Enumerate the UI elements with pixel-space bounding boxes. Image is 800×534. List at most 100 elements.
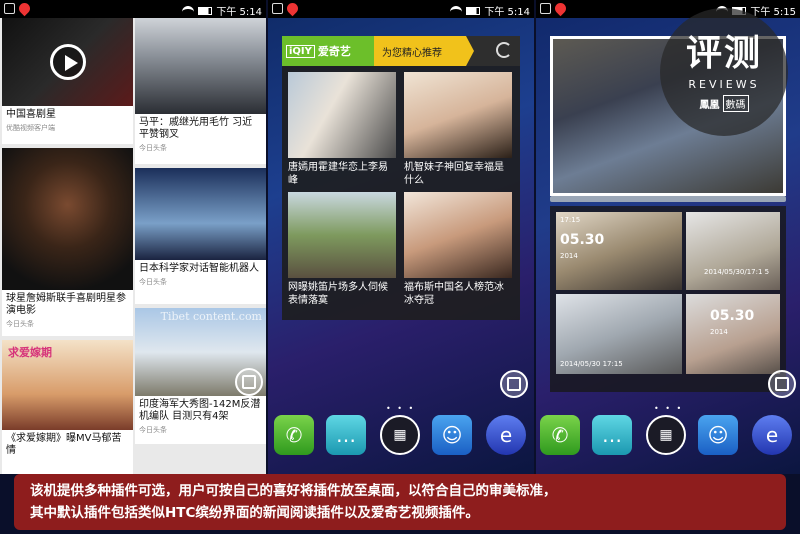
iqiyi-logo[interactable]: iQIY 爱奇艺 — [282, 36, 374, 66]
news-source: 优酷视频客户端 — [6, 124, 55, 132]
floating-widget-button[interactable] — [768, 370, 796, 398]
news-source: 今日头条 — [139, 426, 167, 434]
notification-icon — [4, 3, 15, 14]
video-item[interactable]: 网曝姚笛片场多人伺候表情落寞 — [288, 192, 396, 307]
wifi-icon — [182, 5, 195, 16]
contacts-icon[interactable]: ☺ — [698, 415, 738, 455]
page-indicator: • • • — [386, 404, 416, 413]
video-thumbnail — [404, 192, 512, 278]
iqiyi-logo-mark: iQIY — [286, 44, 315, 58]
contacts-icon[interactable]: ☺ — [432, 415, 472, 455]
image-watermark: Tibet content.com — [160, 310, 262, 323]
news-card[interactable]: 马平：戚继光用毛竹 习近平赞钢叉 今日头条 — [135, 18, 266, 164]
news-card[interactable]: 中国喜剧星 优酷视频客户端 — [2, 18, 133, 144]
floating-widget-button[interactable] — [500, 370, 528, 398]
iqiyi-widget: iQIY 爱奇艺 为您精心推荐 唐嫣用霍建华恋上李易峰 机智妹子神回复幸福是什么… — [282, 36, 520, 320]
news-title: 日本科学家对话智能机器人 — [139, 263, 259, 274]
tile-date: 05.30 — [710, 308, 755, 324]
browser-icon[interactable]: e — [752, 415, 792, 455]
apps-icon[interactable]: ▦ — [380, 415, 420, 455]
notification-icon — [272, 3, 283, 14]
battery-icon — [466, 6, 481, 15]
gallery-tile[interactable]: 17:15 05.30 2014 — [556, 212, 682, 290]
iqiyi-header: iQIY 爱奇艺 为您精心推荐 — [282, 36, 520, 66]
caption-line-2: 其中默认插件包括类似HTC缤纷界面的新闻阅读插件以及爱奇艺视频插件。 — [30, 505, 479, 521]
status-time: 下午 5:14 — [216, 7, 262, 18]
iqiyi-logo-text: 爱奇艺 — [317, 45, 351, 58]
tile-year: 2014 — [560, 252, 578, 260]
tile-caption: 2014/05/30/17:1 5 — [704, 268, 770, 276]
news-source: 今日头条 — [139, 278, 167, 286]
news-thumbnail — [2, 148, 133, 290]
apps-icon[interactable]: ▦ — [646, 415, 686, 455]
status-time: 下午 5:15 — [750, 7, 796, 18]
message-icon[interactable]: … — [592, 415, 632, 455]
news-thumbnail — [135, 18, 266, 114]
tile-caption: 2014/05/30 17:15 — [560, 360, 623, 368]
news-title: 印度海军大秀图-142M反潜机编队 目测只有4架 — [139, 399, 261, 422]
video-item[interactable]: 机智妹子神回复幸福是什么 — [404, 72, 512, 187]
location-icon — [552, 0, 569, 17]
status-time: 下午 5:14 — [484, 7, 530, 18]
video-item[interactable]: 唐嫣用霍建华恋上李易峰 — [288, 72, 396, 187]
reviews-brand-name: 鳳凰 — [699, 100, 720, 111]
video-caption: 网曝姚笛片场多人伺候表情落寞 — [288, 282, 388, 306]
recommend-tag: 为您精心推荐 — [374, 36, 474, 66]
dock: ✆ … ▦ ☺ e — [538, 415, 800, 461]
news-card[interactable]: 球星詹姆斯联手喜剧明星参演电影 今日头条 — [2, 148, 133, 336]
news-card[interactable]: 日本科学家对话智能机器人 今日头条 — [135, 168, 266, 304]
status-bar: 下午 5:15 — [536, 0, 800, 18]
refresh-icon[interactable] — [496, 42, 512, 58]
news-thumbnail: 求爱嫁期 — [2, 340, 133, 430]
message-icon[interactable]: … — [326, 415, 366, 455]
video-thumbnail — [288, 72, 396, 158]
play-icon[interactable] — [50, 44, 86, 80]
news-title: 球星詹姆斯联手喜剧明星参演电影 — [6, 293, 126, 316]
notification-icon — [540, 3, 551, 14]
wifi-icon — [450, 5, 463, 16]
page-indicator: • • • — [654, 404, 684, 413]
gallery-photo — [686, 294, 780, 374]
video-caption: 机智妹子神回复幸福是什么 — [404, 162, 504, 186]
location-icon — [16, 0, 33, 17]
tile-year: 2014 — [710, 328, 728, 336]
location-icon — [284, 0, 301, 17]
gallery-photo — [686, 212, 780, 290]
phone-screen-news: 下午 5:14 中国喜剧星 优酷视频客户端 球星詹姆斯联手喜剧明星参演电影 今日… — [0, 0, 266, 474]
caption-line-1: 该机提供多种插件可选，用户可按自己的喜好将插件放至桌面，以符合自己的审美标准， — [30, 483, 557, 499]
video-item[interactable]: 福布斯中国名人榜范冰冰夺冠 — [404, 192, 512, 307]
reviews-brand-box: 數碼 — [722, 95, 749, 112]
phone-icon[interactable]: ✆ — [540, 415, 580, 455]
status-bar: 下午 5:14 — [0, 0, 266, 18]
news-thumbnail — [135, 168, 266, 260]
floating-widget-button[interactable] — [235, 368, 263, 396]
camera-widget-bar — [550, 196, 786, 202]
phone-screen-iqiyi: 下午 5:14 iQIY 爱奇艺 为您精心推荐 唐嫣用霍建华恋上李易峰 机智妹子… — [268, 0, 534, 474]
reviews-title: 评测 — [685, 33, 762, 74]
battery-icon — [198, 6, 213, 15]
dock: ✆ … ▦ ☺ e — [272, 415, 534, 461]
news-title: 《求爱嫁期》曝MV马郁苦情 — [6, 433, 122, 456]
reviews-en: REVIEWS — [688, 78, 760, 91]
news-title: 中国喜剧星 — [6, 109, 56, 120]
gallery-tile[interactable]: 2014/05/30/17:1 5 — [686, 212, 780, 290]
video-thumbnail — [288, 192, 396, 278]
reviews-logo: 评测 REVIEWS 鳳凰 數碼 — [660, 8, 788, 136]
phone-icon[interactable]: ✆ — [274, 415, 314, 455]
status-bar: 下午 5:14 — [268, 0, 534, 18]
caption-box: 该机提供多种插件可选，用户可按自己的喜好将插件放至桌面，以符合自己的审美标准， … — [14, 474, 786, 530]
gallery-tile[interactable]: 2014/05/30 17:15 — [556, 294, 682, 374]
tile-date: 05.30 — [560, 232, 605, 248]
browser-icon[interactable]: e — [486, 415, 526, 455]
reviews-brand: 鳳凰 數碼 — [660, 95, 788, 112]
news-card[interactable]: 求爱嫁期 《求爱嫁期》曝MV马郁苦情 — [2, 340, 133, 474]
gallery-widget: 17:15 05.30 2014 2014/05/30/17:1 5 2014/… — [550, 206, 786, 392]
tile-clock: 17:15 — [560, 216, 581, 224]
gallery-tile[interactable]: 05.30 2014 — [686, 294, 780, 374]
video-caption: 福布斯中国名人榜范冰冰夺冠 — [404, 282, 504, 306]
news-thumbnail — [2, 18, 133, 106]
news-image-overlay-text: 求爱嫁期 — [8, 346, 52, 359]
video-caption: 唐嫣用霍建华恋上李易峰 — [288, 162, 388, 186]
news-source: 今日头条 — [6, 320, 34, 328]
news-source: 今日头条 — [139, 144, 167, 152]
